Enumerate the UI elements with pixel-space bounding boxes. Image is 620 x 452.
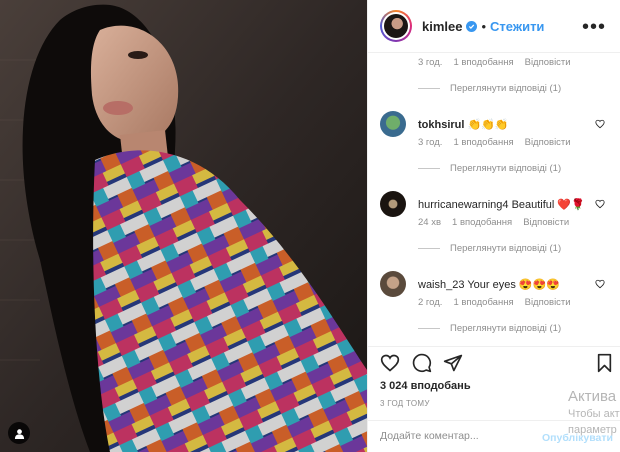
author-avatar[interactable] xyxy=(380,10,412,42)
comment-meta: 3 год. 1 вподобання Відповісти xyxy=(418,57,571,68)
speech-bubble-icon[interactable] xyxy=(412,353,432,373)
user-tag-button[interactable] xyxy=(8,422,30,444)
comment-time: 3 год. xyxy=(418,137,443,148)
commenter-username[interactable]: waish_23 xyxy=(418,279,464,291)
more-options-button[interactable]: ••• xyxy=(582,16,606,39)
commenter-avatar[interactable] xyxy=(380,111,406,137)
view-replies-label: Переглянути відповіді (1) xyxy=(450,163,562,174)
view-replies-label: Переглянути відповіді (1) xyxy=(450,83,562,94)
comment-meta: 2 год. 1 вподобання Відповісти xyxy=(418,297,571,308)
post-photo[interactable] xyxy=(0,0,367,452)
user-tag-icon xyxy=(14,428,24,439)
comment-likes[interactable]: 1 вподобання xyxy=(453,297,513,308)
post-side-panel: kimlee • Стежити ••• 3 год. 1 вподобання… xyxy=(367,0,620,452)
paper-plane-icon[interactable] xyxy=(443,353,463,373)
activation-watermark-title: Актива xyxy=(568,388,617,405)
comment-like-heart-icon[interactable] xyxy=(595,279,605,289)
replies-divider xyxy=(418,248,440,249)
comment-item: hurricanewarning4 Beautiful ❤️🌹 xyxy=(380,191,585,217)
comment-meta: 24 хв 1 вподобання Відповісти xyxy=(418,217,569,228)
replies-divider xyxy=(418,168,440,169)
comment-text: waish_23 Your eyes 😍😍😍 xyxy=(418,278,560,291)
post-header: kimlee • Стежити ••• xyxy=(368,0,620,53)
view-replies-button[interactable]: Переглянути відповіді (1) xyxy=(418,323,561,334)
comment-body: 👏👏👏 xyxy=(467,118,509,131)
bookmark-icon[interactable] xyxy=(596,353,613,373)
comment-text: hurricanewarning4 Beautiful ❤️🌹 xyxy=(418,198,585,211)
comment-item: tokhsirul 👏👏👏 xyxy=(380,111,509,137)
commenter-avatar[interactable] xyxy=(380,271,406,297)
reply-button[interactable]: Відповісти xyxy=(525,57,571,68)
comments-list: 3 год. 1 вподобання Відповісти Перегляну… xyxy=(368,53,620,346)
reply-button[interactable]: Відповісти xyxy=(525,297,571,308)
post-timestamp: 3 ГОД ТОМУ xyxy=(380,399,430,408)
comment-like-heart-icon[interactable] xyxy=(595,199,605,209)
comment-likes[interactable]: 1 вподобання xyxy=(453,137,513,148)
replies-divider xyxy=(418,88,440,89)
comment-meta: 3 год. 1 вподобання Відповісти xyxy=(418,137,571,148)
author-username[interactable]: kimlee xyxy=(422,19,462,34)
view-replies-button[interactable]: Переглянути відповіді (1) xyxy=(418,243,561,254)
reply-button[interactable]: Відповісти xyxy=(523,217,569,228)
comment-body: Beautiful ❤️🌹 xyxy=(511,198,585,211)
heart-outline-icon[interactable] xyxy=(380,353,400,373)
separator-dot: • xyxy=(481,18,487,34)
comment-like-heart-icon[interactable] xyxy=(595,119,605,129)
comment-text: tokhsirul 👏👏👏 xyxy=(418,118,509,131)
view-replies-button[interactable]: Переглянути відповіді (1) xyxy=(418,83,561,94)
commenter-username[interactable]: hurricanewarning4 xyxy=(418,199,509,211)
view-replies-button[interactable]: Переглянути відповіді (1) xyxy=(418,163,561,174)
view-replies-label: Переглянути відповіді (1) xyxy=(450,243,562,254)
comment-likes[interactable]: 1 вподобання xyxy=(453,57,513,68)
comment-likes[interactable]: 1 вподобання xyxy=(452,217,512,228)
commenter-username[interactable]: tokhsirul xyxy=(418,119,464,131)
comment-time: 3 год. xyxy=(418,57,443,68)
verified-badge-icon xyxy=(466,20,478,32)
comment-time: 2 год. xyxy=(418,297,443,308)
commenter-avatar[interactable] xyxy=(380,191,406,217)
add-comment-input[interactable] xyxy=(380,430,540,442)
comment-item: waish_23 Your eyes 😍😍😍 xyxy=(380,271,560,297)
comment-time: 24 хв xyxy=(418,217,442,228)
follow-button[interactable]: Стежити xyxy=(490,19,544,34)
activation-watermark-line: параметр xyxy=(568,424,617,436)
post-image xyxy=(0,0,367,452)
likes-count[interactable]: 3 024 вподобань xyxy=(380,380,471,392)
comment-body: Your eyes 😍😍😍 xyxy=(467,278,561,291)
post-actions-bar xyxy=(368,346,620,376)
view-replies-label: Переглянути відповіді (1) xyxy=(450,323,562,334)
reply-button[interactable]: Відповісти xyxy=(525,137,571,148)
activation-watermark-line: Чтобы акт xyxy=(568,408,620,420)
replies-divider xyxy=(418,328,440,329)
